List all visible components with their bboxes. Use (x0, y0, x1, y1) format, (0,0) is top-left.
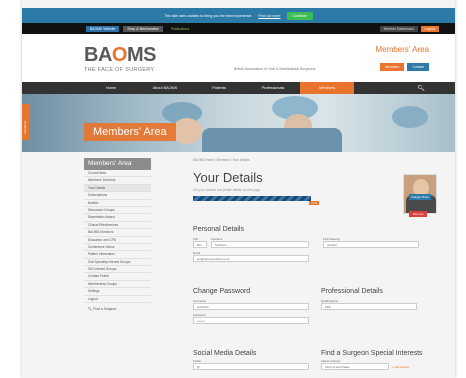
feedback-tab[interactable]: Feedback (22, 104, 29, 140)
sidebar-item[interactable]: Education and CPD (84, 236, 151, 244)
sidebar-heading: Members' Area (84, 158, 151, 170)
sidebar-item[interactable]: Clinical Effectiveness (84, 221, 151, 230)
sidebar-item[interactable]: SIG Interest Groups (84, 266, 151, 274)
main-content: BAOMS Home / Members / Your Details Your… (193, 158, 443, 370)
sidebar-item[interactable]: Patient Information (84, 251, 151, 259)
professional-heading: Professional Details (321, 288, 383, 295)
sidebar-item[interactable]: Sub Specialty Interest Groups (84, 258, 151, 267)
sidebar-item[interactable]: Your Details (84, 184, 151, 193)
email-field[interactable]: jen@baomsmember.co.uk (193, 255, 309, 262)
surname-field[interactable]: Smithson (211, 241, 309, 248)
members-area-heading: Members' Area (375, 45, 429, 54)
nav-home[interactable]: Home (84, 82, 138, 94)
baoms-logo[interactable]: BAOMS (84, 44, 156, 67)
add-interest-button[interactable]: + Add interest (392, 365, 409, 369)
sidebar-item[interactable]: Bulletin (84, 199, 151, 207)
page: This site uses cookies to bring you the … (22, 0, 455, 378)
members-button[interactable]: Members (380, 63, 405, 71)
sidebar-item[interactable]: Membership Groups (84, 280, 151, 289)
sidebar-item[interactable]: Members' Directory (84, 177, 151, 185)
utility-bar: BAOMS Website Shop & Merchandise Publica… (22, 23, 455, 34)
username-field[interactable]: jsmithson (193, 303, 309, 310)
interest-select[interactable]: Cleft Lip and Palate (321, 363, 389, 370)
cookie-text: This site uses cookies to bring you the … (164, 13, 253, 18)
first-name-field[interactable]: Jennifer (323, 241, 419, 248)
nav-professionals[interactable]: Professionals (246, 82, 300, 94)
logout-link[interactable]: Logout (420, 25, 439, 32)
tagline: THE FACE OF SURGERY (84, 67, 155, 73)
cookie-continue-button[interactable]: Continue (286, 11, 313, 20)
nav-about[interactable]: About BAOMS (138, 82, 192, 94)
sidebar-item[interactable]: Settings (84, 288, 151, 296)
sidebar-item[interactable]: Dissertation Award (84, 214, 151, 222)
profile-progress-bar: 74% (193, 196, 320, 205)
sidebar-item[interactable]: Subscriptions (84, 192, 151, 200)
sidebar-item[interactable]: Contact Points (84, 273, 151, 281)
change-password: Change Password Username jsmithson Passw… (193, 288, 309, 324)
remove-photo-button[interactable]: Remove (409, 211, 428, 217)
main-nav: Home About BAOMS Patients Professionals … (22, 82, 455, 94)
sidebar-item[interactable]: BAOMS Elections (84, 229, 151, 237)
search-icon[interactable]: 🔍︎ (417, 85, 425, 92)
sidebar-item[interactable]: Conference videos (84, 243, 151, 252)
sidebar-item[interactable]: Discussion Groups (84, 206, 151, 215)
title-field[interactable]: Mrs (193, 241, 207, 248)
association-name: British Association of Oral & Maxillofac… (234, 67, 316, 71)
qualifications-field[interactable]: FDS (321, 303, 417, 310)
personal-heading: Personal Details (193, 226, 244, 233)
sidebar-item[interactable]: Logout (84, 295, 151, 304)
password-heading: Change Password (193, 288, 251, 295)
password-field[interactable]: •••••••• (193, 317, 309, 324)
find-surgeon-link[interactable]: 🔍︎ Find a Surgeon (84, 307, 151, 311)
social-heading: Social Media Details (193, 350, 257, 357)
website-link[interactable]: BAOMS Website (86, 25, 120, 32)
publications-link[interactable]: Publications (171, 27, 189, 31)
social-media-details: Social Media Details Twitter @ (193, 350, 309, 370)
nav-members[interactable]: Members (300, 82, 354, 94)
dashboard-link[interactable]: Member Dashboard (379, 25, 418, 32)
twitter-field[interactable]: @ (193, 363, 309, 370)
hero-title: Members' Area (84, 123, 176, 141)
change-photo-button[interactable]: Change Photo (409, 194, 431, 200)
sidebar-item[interactable]: Council Area (84, 170, 151, 178)
personal-details: Personal Details Title Mrs Surname Smith… (193, 226, 419, 262)
interests-heading: Find a Surgeon Special Interests (321, 350, 423, 357)
cookie-more-link[interactable]: Find out more (258, 14, 280, 18)
shop-link[interactable]: Shop & Merchandise (123, 25, 163, 32)
breadcrumb: BAOMS Home / Members / Your Details (193, 158, 250, 162)
find-surgeon-interests: Find a Surgeon Special Interests Add an … (321, 350, 423, 370)
contact-button[interactable]: Contact (407, 63, 429, 71)
nav-patients[interactable]: Patients (192, 82, 246, 94)
professional-details: Professional Details Qualifications FDS (321, 288, 417, 310)
sidebar: Members' Area Council Area Members' Direc… (84, 158, 151, 311)
progress-badge: 74% (309, 201, 320, 205)
site-header: BAOMS THE FACE OF SURGERY British Associ… (22, 34, 455, 82)
sidebar-list: Council Area Members' Directory Your Detai… (84, 170, 151, 304)
cookie-banner: This site uses cookies to bring you the … (22, 8, 455, 23)
